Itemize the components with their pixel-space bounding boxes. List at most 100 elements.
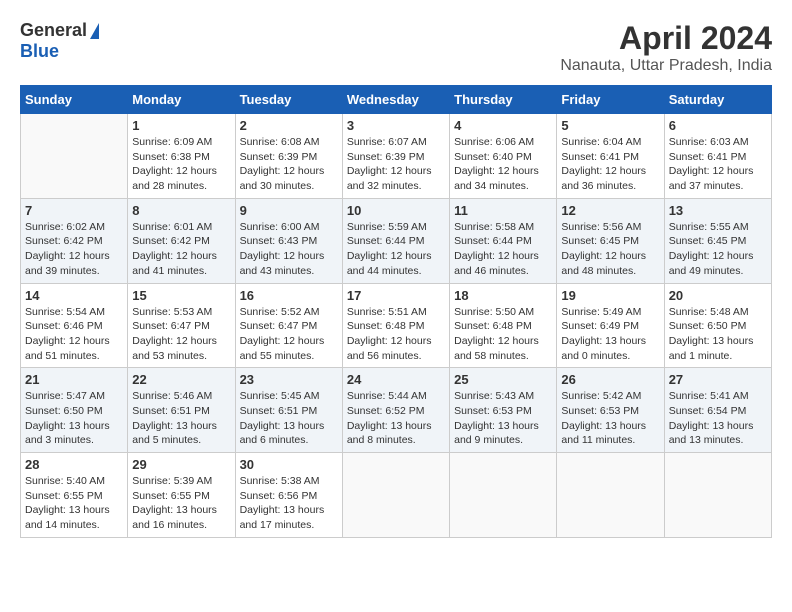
calendar-cell: 15 Sunrise: 5:53 AMSunset: 6:47 PMDayligh… <box>128 283 235 368</box>
calendar-row: 14Sunrise: 5:54 AMSunset: 6:46 PMDayligh… <box>21 283 772 368</box>
calendar-cell: 2Sunrise: 6:08 AMSunset: 6:39 PMDaylight… <box>235 114 342 199</box>
day-number: 22 <box>132 372 230 387</box>
page-subtitle: Nanauta, Uttar Pradesh, India <box>560 57 772 75</box>
day-info: Sunrise: 6:07 AMSunset: 6:39 PMDaylight:… <box>347 135 445 194</box>
day-number: 24 <box>347 372 445 387</box>
calendar-cell <box>450 453 557 538</box>
calendar-column-header: Sunday <box>21 86 128 114</box>
day-number: 10 <box>347 203 445 218</box>
day-number: 29 <box>132 457 230 472</box>
calendar-column-header: Monday <box>128 86 235 114</box>
day-info: Sunrise: 5:47 AMSunset: 6:50 PMDaylight:… <box>25 389 123 448</box>
day-number: 19 <box>561 288 659 303</box>
day-info: Sunrise: 5:54 AMSunset: 6:46 PMDaylight:… <box>25 305 123 364</box>
calendar-row: 7 Sunrise: 6:02 AMSunset: 6:42 PMDaylight… <box>21 198 772 283</box>
day-number: 1 <box>132 118 230 133</box>
day-info: Sunrise: 5:58 AMSunset: 6:44 PMDaylight:… <box>454 220 552 279</box>
day-number: 11 <box>454 203 552 218</box>
calendar-row: 21 Sunrise: 5:47 AMSunset: 6:50 PMDayligh… <box>21 368 772 453</box>
day-number: 7 <box>25 203 123 218</box>
calendar-body: 1 Sunrise: 6:09 AMSunset: 6:38 PMDaylight… <box>21 114 772 538</box>
calendar-cell: 18 Sunrise: 5:50 AMSunset: 6:48 PMDayligh… <box>450 283 557 368</box>
calendar-cell: 4Sunrise: 6:06 AMSunset: 6:40 PMDaylight… <box>450 114 557 199</box>
calendar-cell <box>664 453 771 538</box>
day-info: Sunrise: 5:38 AMSunset: 6:56 PMDaylight:… <box>240 474 338 533</box>
calendar-cell: 19Sunrise: 5:49 AMSunset: 6:49 PMDayligh… <box>557 283 664 368</box>
calendar-cell: 27 Sunrise: 5:41 AMSunset: 6:54 PMDayligh… <box>664 368 771 453</box>
calendar-cell: 23 Sunrise: 5:45 AMSunset: 6:51 PMDayligh… <box>235 368 342 453</box>
day-info: Sunrise: 5:55 AMSunset: 6:45 PMDaylight:… <box>669 220 767 279</box>
day-number: 20 <box>669 288 767 303</box>
logo-triangle-icon <box>90 23 99 39</box>
day-info: Sunrise: 6:00 AMSunset: 6:43 PMDaylight:… <box>240 220 338 279</box>
calendar-cell: 17 Sunrise: 5:51 AMSunset: 6:48 PMDayligh… <box>342 283 449 368</box>
day-info: Sunrise: 5:45 AMSunset: 6:51 PMDaylight:… <box>240 389 338 448</box>
day-number: 5 <box>561 118 659 133</box>
day-info: Sunrise: 5:41 AMSunset: 6:54 PMDaylight:… <box>669 389 767 448</box>
day-info: Sunrise: 6:02 AMSunset: 6:42 PMDaylight:… <box>25 220 123 279</box>
day-number: 30 <box>240 457 338 472</box>
calendar-cell: 16 Sunrise: 5:52 AMSunset: 6:47 PMDayligh… <box>235 283 342 368</box>
day-number: 8 <box>132 203 230 218</box>
calendar-cell <box>21 114 128 199</box>
day-info: Sunrise: 5:43 AMSunset: 6:53 PMDaylight:… <box>454 389 552 448</box>
day-info: Sunrise: 6:01 AMSunset: 6:42 PMDaylight:… <box>132 220 230 279</box>
day-info: Sunrise: 5:52 AMSunset: 6:47 PMDaylight:… <box>240 305 338 364</box>
day-number: 6 <box>669 118 767 133</box>
day-number: 9 <box>240 203 338 218</box>
calendar-cell: 14Sunrise: 5:54 AMSunset: 6:46 PMDayligh… <box>21 283 128 368</box>
day-number: 15 <box>132 288 230 303</box>
calendar-row: 28Sunrise: 5:40 AMSunset: 6:55 PMDayligh… <box>21 453 772 538</box>
day-info: Sunrise: 5:42 AMSunset: 6:53 PMDaylight:… <box>561 389 659 448</box>
day-info: Sunrise: 6:09 AMSunset: 6:38 PMDaylight:… <box>132 135 230 194</box>
calendar-cell: 10 Sunrise: 5:59 AMSunset: 6:44 PMDayligh… <box>342 198 449 283</box>
calendar-cell: 9 Sunrise: 6:00 AMSunset: 6:43 PMDaylight… <box>235 198 342 283</box>
day-number: 27 <box>669 372 767 387</box>
calendar-column-header: Saturday <box>664 86 771 114</box>
calendar-cell: 25 Sunrise: 5:43 AMSunset: 6:53 PMDayligh… <box>450 368 557 453</box>
day-info: Sunrise: 5:44 AMSunset: 6:52 PMDaylight:… <box>347 389 445 448</box>
day-info: Sunrise: 5:50 AMSunset: 6:48 PMDaylight:… <box>454 305 552 364</box>
day-number: 21 <box>25 372 123 387</box>
day-info: Sunrise: 5:56 AMSunset: 6:45 PMDaylight:… <box>561 220 659 279</box>
day-number: 16 <box>240 288 338 303</box>
day-info: Sunrise: 5:53 AMSunset: 6:47 PMDaylight:… <box>132 305 230 364</box>
day-info: Sunrise: 5:46 AMSunset: 6:51 PMDaylight:… <box>132 389 230 448</box>
day-info: Sunrise: 5:40 AMSunset: 6:55 PMDaylight:… <box>25 474 123 533</box>
calendar-cell: 30 Sunrise: 5:38 AMSunset: 6:56 PMDayligh… <box>235 453 342 538</box>
calendar-cell <box>342 453 449 538</box>
day-number: 23 <box>240 372 338 387</box>
calendar-cell: 13 Sunrise: 5:55 AMSunset: 6:45 PMDayligh… <box>664 198 771 283</box>
calendar-cell: 20 Sunrise: 5:48 AMSunset: 6:50 PMDayligh… <box>664 283 771 368</box>
logo-blue-text: Blue <box>20 41 59 61</box>
title-section: April 2024 Nanauta, Uttar Pradesh, India <box>560 20 772 75</box>
calendar-cell: 1 Sunrise: 6:09 AMSunset: 6:38 PMDaylight… <box>128 114 235 199</box>
calendar-column-header: Thursday <box>450 86 557 114</box>
logo-general-text: General <box>20 20 87 41</box>
calendar-cell: 22 Sunrise: 5:46 AMSunset: 6:51 PMDayligh… <box>128 368 235 453</box>
logo: General Blue <box>20 20 99 62</box>
page-title: April 2024 <box>560 20 772 57</box>
day-info: Sunrise: 5:59 AMSunset: 6:44 PMDaylight:… <box>347 220 445 279</box>
calendar-row: 1 Sunrise: 6:09 AMSunset: 6:38 PMDaylight… <box>21 114 772 199</box>
day-number: 13 <box>669 203 767 218</box>
calendar-column-header: Tuesday <box>235 86 342 114</box>
day-info: Sunrise: 5:51 AMSunset: 6:48 PMDaylight:… <box>347 305 445 364</box>
day-info: Sunrise: 5:39 AMSunset: 6:55 PMDaylight:… <box>132 474 230 533</box>
calendar-cell: 5Sunrise: 6:04 AMSunset: 6:41 PMDaylight… <box>557 114 664 199</box>
calendar-cell <box>557 453 664 538</box>
day-number: 26 <box>561 372 659 387</box>
day-number: 3 <box>347 118 445 133</box>
calendar-cell: 29 Sunrise: 5:39 AMSunset: 6:55 PMDayligh… <box>128 453 235 538</box>
day-number: 18 <box>454 288 552 303</box>
calendar-cell: 8 Sunrise: 6:01 AMSunset: 6:42 PMDaylight… <box>128 198 235 283</box>
calendar-cell: 21 Sunrise: 5:47 AMSunset: 6:50 PMDayligh… <box>21 368 128 453</box>
calendar-cell: 3 Sunrise: 6:07 AMSunset: 6:39 PMDaylight… <box>342 114 449 199</box>
day-number: 4 <box>454 118 552 133</box>
day-number: 17 <box>347 288 445 303</box>
day-info: Sunrise: 6:03 AMSunset: 6:41 PMDaylight:… <box>669 135 767 194</box>
day-number: 25 <box>454 372 552 387</box>
calendar-cell: 26 Sunrise: 5:42 AMSunset: 6:53 PMDayligh… <box>557 368 664 453</box>
calendar-cell: 11 Sunrise: 5:58 AMSunset: 6:44 PMDayligh… <box>450 198 557 283</box>
day-info: Sunrise: 5:48 AMSunset: 6:50 PMDaylight:… <box>669 305 767 364</box>
